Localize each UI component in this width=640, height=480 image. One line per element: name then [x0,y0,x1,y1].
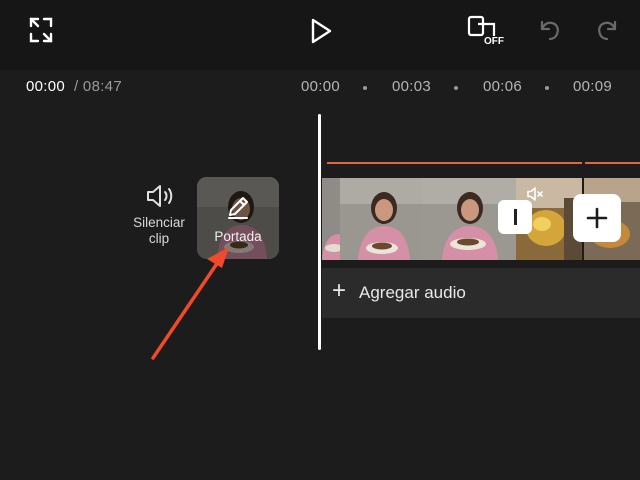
ruler-dot [363,86,367,90]
pencil-icon [228,197,248,219]
expand-icon [29,17,53,43]
playhead[interactable] [318,114,321,350]
redo-icon [598,20,617,41]
mute-clip-label: Silenciar clip [133,215,185,246]
plus-icon [586,207,608,229]
ruler-label: 00:09 [573,78,613,95]
transition-button[interactable] [498,200,532,234]
add-audio-button[interactable]: + Agregar audio [322,268,640,318]
ruler-label: 00:03 [392,78,432,95]
add-clip-button[interactable] [573,194,621,242]
play-button[interactable] [307,16,335,46]
total-duration: / 08:47 [74,78,122,95]
muted-clip-icon [527,187,543,201]
cover-label: Portada [214,229,262,244]
undo-button[interactable] [537,17,563,43]
clip-range-indicator [327,162,582,164]
play-icon [311,18,332,44]
fullscreen-button[interactable] [28,16,54,44]
add-audio-plus-icon: + [332,277,347,304]
ruler-label: 00:00 [301,78,341,95]
transition-icon [513,209,517,225]
add-audio-label: Agregar audio [359,283,466,302]
undo-icon [540,20,559,41]
hd-preview-toggle[interactable]: OFF [466,14,506,50]
cover-button[interactable]: Portada [197,177,279,259]
ruler-dot [545,86,549,90]
hd-off-badge: OFF [484,36,504,47]
top-toolbar: OFF [0,0,640,70]
speaker-icon [147,185,173,207]
ruler-label: 00:06 [483,78,523,95]
mute-clip-button[interactable]: Silenciar clip [126,183,192,247]
current-time: 00:00 [26,78,66,95]
clip-frame [340,178,422,260]
clip-range-indicator [585,162,640,164]
ruler-dot [454,86,458,90]
clip-frame [322,178,340,260]
redo-button[interactable] [594,17,620,43]
